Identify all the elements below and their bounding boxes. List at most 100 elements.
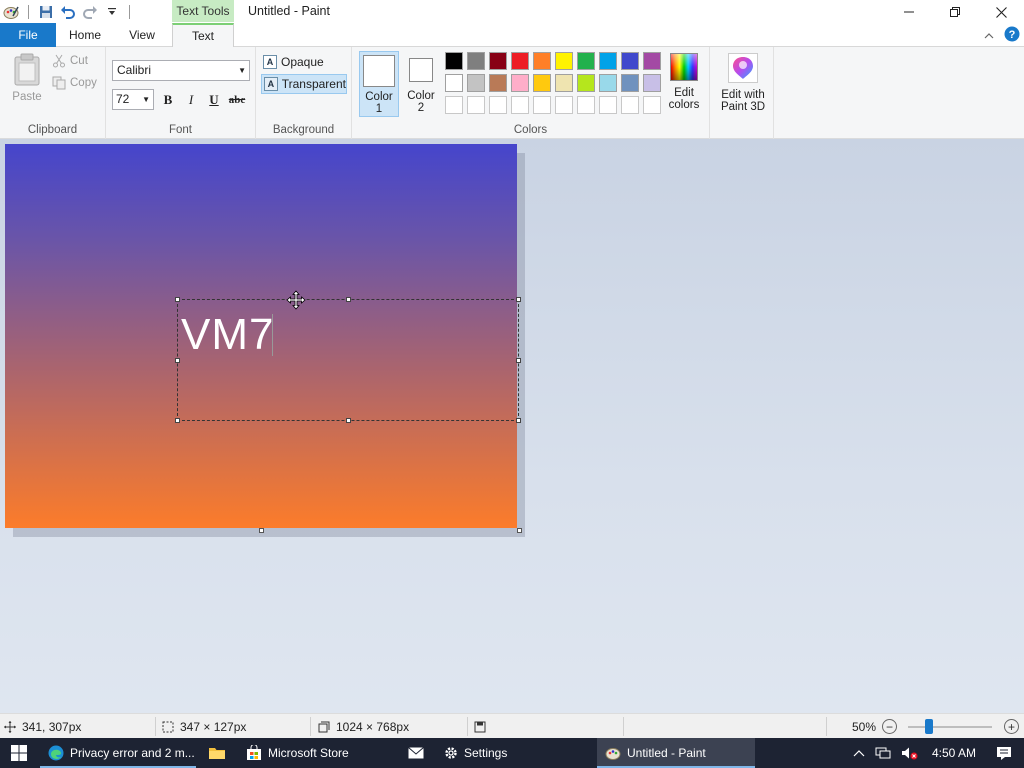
redo-icon[interactable]: [79, 1, 101, 23]
zoom-out-button[interactable]: −: [882, 719, 897, 734]
edit-colors-button[interactable]: Edit colors: [664, 53, 704, 111]
text-box-handle[interactable]: [175, 358, 180, 363]
palette-swatch[interactable]: [599, 52, 617, 70]
palette-swatch[interactable]: [621, 74, 639, 92]
minimize-button[interactable]: [886, 0, 932, 24]
opaque-button[interactable]: A Opaque: [261, 52, 347, 72]
palette-swatch[interactable]: [511, 74, 529, 92]
taskbar: Privacy error and 2 m... Microsoft Store…: [0, 738, 1024, 768]
copy-button[interactable]: Copy: [52, 73, 97, 93]
canvas-resize-handle-corner[interactable]: [517, 528, 522, 533]
palette-swatch[interactable]: [467, 96, 485, 114]
palette-swatch[interactable]: [533, 96, 551, 114]
palette-swatch[interactable]: [445, 74, 463, 92]
restore-button[interactable]: [932, 0, 978, 24]
zoom-slider-thumb[interactable]: [925, 719, 933, 734]
close-button[interactable]: [978, 0, 1024, 24]
tab-file[interactable]: File: [0, 23, 56, 47]
text-box-handle[interactable]: [346, 297, 351, 302]
palette-swatch[interactable]: [511, 52, 529, 70]
palette-swatch[interactable]: [643, 52, 661, 70]
edit-with-paint3d-button[interactable]: Edit with Paint 3D: [714, 53, 772, 113]
palette-swatch[interactable]: [445, 96, 463, 114]
palette-swatch[interactable]: [577, 74, 595, 92]
bold-button[interactable]: B: [158, 90, 178, 110]
palette-swatch[interactable]: [555, 96, 573, 114]
palette-swatch[interactable]: [577, 96, 595, 114]
palette-swatch[interactable]: [489, 96, 507, 114]
palette-swatch[interactable]: [643, 74, 661, 92]
settings-icon: [445, 747, 457, 759]
start-button[interactable]: [0, 738, 38, 768]
zoom-slider[interactable]: [908, 726, 992, 728]
color-2-button[interactable]: Color 2: [401, 51, 441, 117]
palette-swatch[interactable]: [577, 52, 595, 70]
palette-swatch[interactable]: [489, 52, 507, 70]
collapse-ribbon-icon[interactable]: [984, 29, 994, 43]
strikethrough-button[interactable]: abc: [227, 90, 247, 110]
canvas-workspace[interactable]: VM7: [0, 139, 1024, 713]
taskbar-app-mail[interactable]: [400, 738, 436, 768]
tab-home[interactable]: Home: [56, 23, 114, 47]
customize-toolbar-icon[interactable]: [101, 1, 123, 23]
paint-app-icon[interactable]: [0, 1, 22, 23]
palette-swatch[interactable]: [621, 96, 639, 114]
palette-swatch[interactable]: [599, 96, 617, 114]
help-icon[interactable]: ?: [1004, 26, 1020, 45]
text-box-handle[interactable]: [175, 297, 180, 302]
palette-swatch[interactable]: [555, 52, 573, 70]
color-1-button[interactable]: Color 1: [359, 51, 399, 117]
palette-swatch[interactable]: [511, 96, 529, 114]
text-box-handle[interactable]: [516, 358, 521, 363]
transparent-button[interactable]: A Transparent: [261, 74, 347, 94]
underline-button[interactable]: U: [204, 90, 224, 110]
canvas-resize-handle-bottom[interactable]: [259, 528, 264, 533]
title-bar: Text Tools Untitled - Paint: [0, 0, 1024, 24]
tab-text[interactable]: Text: [172, 23, 234, 48]
palette-swatch[interactable]: [555, 74, 573, 92]
palette-swatch[interactable]: [643, 96, 661, 114]
taskbar-app-edge[interactable]: Privacy error and 2 m...: [40, 738, 196, 768]
font-size-select[interactable]: 72 ▼: [112, 89, 154, 110]
paste-button[interactable]: Paste: [6, 53, 48, 105]
network-button[interactable]: [870, 738, 896, 768]
paste-label: Paste: [12, 91, 42, 103]
taskbar-app-paint[interactable]: Untitled - Paint: [597, 738, 755, 768]
taskbar-app-settings[interactable]: Settings: [436, 738, 596, 768]
palette-swatch[interactable]: [533, 52, 551, 70]
volume-button[interactable]: [896, 738, 924, 768]
undo-icon[interactable]: [57, 1, 79, 23]
text-box-handle[interactable]: [175, 418, 180, 423]
image-size-value: 1024 × 768px: [336, 719, 410, 734]
save-icon[interactable]: [35, 1, 57, 23]
image-size: 1024 × 768px: [318, 714, 409, 739]
palette-swatch[interactable]: [621, 52, 639, 70]
show-hidden-icons-button[interactable]: [848, 738, 870, 768]
palette-swatch[interactable]: [467, 52, 485, 70]
palette-swatch[interactable]: [599, 74, 617, 92]
text-box-handle[interactable]: [516, 418, 521, 423]
color-2-swatch: [409, 58, 433, 82]
canvas-text[interactable]: VM7: [181, 310, 274, 360]
text-box-handle[interactable]: [346, 418, 351, 423]
taskbar-app-label: Privacy error and 2 m...: [70, 746, 195, 760]
action-center-button[interactable]: [984, 738, 1024, 768]
text-box-handle[interactable]: [516, 297, 521, 302]
palette-swatch[interactable]: [533, 74, 551, 92]
font-family-select[interactable]: Calibri ▼: [112, 60, 250, 81]
edit-colors-label-line2: colors: [668, 99, 700, 111]
clock[interactable]: 4:50 AM: [924, 738, 984, 768]
disk-icon: [474, 721, 486, 732]
tab-view[interactable]: View: [114, 23, 170, 47]
taskbar-app-file-explorer[interactable]: [200, 738, 238, 768]
palette-swatch[interactable]: [489, 74, 507, 92]
cut-button[interactable]: Cut: [52, 51, 88, 71]
italic-button[interactable]: I: [181, 90, 201, 110]
zoom-in-button[interactable]: +: [1004, 719, 1019, 734]
cursor-position: 341, 307px: [4, 714, 81, 739]
taskbar-app-store[interactable]: Microsoft Store: [238, 738, 400, 768]
text-box[interactable]: VM7: [175, 297, 521, 423]
palette-swatch[interactable]: [467, 74, 485, 92]
ribbon-controls: ?: [984, 26, 1020, 45]
palette-swatch[interactable]: [445, 52, 463, 70]
